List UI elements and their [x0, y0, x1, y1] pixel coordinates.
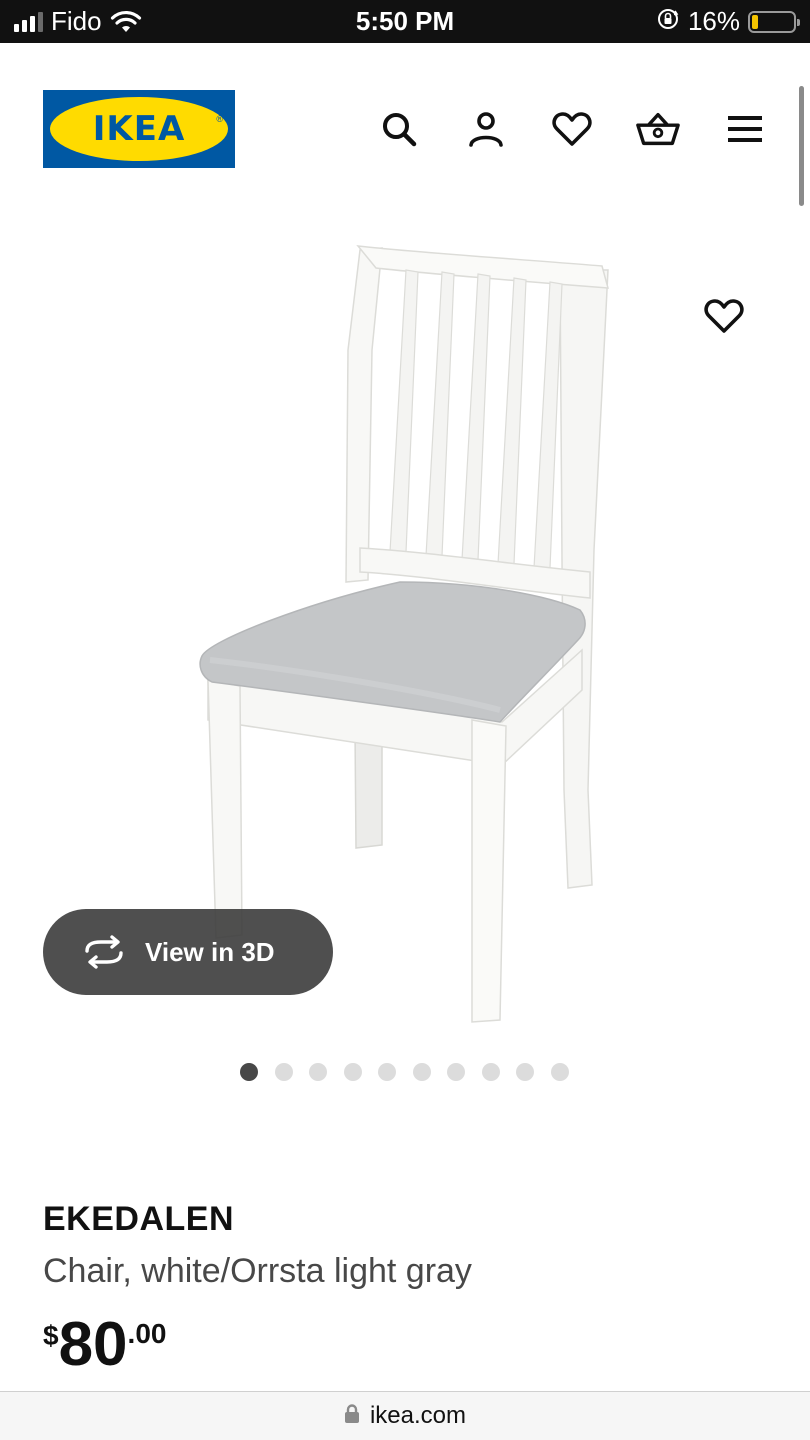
status-left: Fido: [14, 0, 142, 43]
price-integer: 80: [58, 1310, 128, 1379]
carousel-dot[interactable]: [447, 1063, 465, 1081]
signal-icon: [14, 11, 43, 32]
user-icon[interactable]: [464, 107, 508, 151]
product-name: EKEDALEN: [43, 1200, 235, 1238]
product-description: Chair, white/Orrsta light gray: [43, 1252, 472, 1290]
page-scrollbar[interactable]: [799, 86, 804, 206]
browser-url-bar[interactable]: ikea.com: [0, 1391, 810, 1440]
url-text: ikea.com: [369, 1402, 467, 1429]
heart-icon[interactable]: [550, 107, 594, 151]
carousel-dot[interactable]: [516, 1063, 534, 1081]
carrier-name: Fido: [51, 6, 102, 36]
carousel-dot[interactable]: [343, 1063, 362, 1081]
price-currency: $: [43, 1320, 59, 1351]
battery-icon: [748, 10, 800, 33]
logo-registered-mark: ®: [216, 114, 223, 124]
site-header: IKEA ®: [0, 43, 810, 203]
product-price: $ 80 .00: [43, 1312, 166, 1378]
logo-text: IKEA: [92, 109, 186, 149]
ikea-logo[interactable]: IKEA ®: [43, 90, 235, 168]
search-icon[interactable]: [377, 107, 421, 151]
carousel-dot[interactable]: [378, 1063, 396, 1081]
image-carousel-dots: [240, 1063, 569, 1081]
menu-icon[interactable]: [723, 107, 767, 151]
view-in-3d-button[interactable]: View in 3D: [43, 909, 333, 995]
battery-level: [752, 14, 758, 29]
basket-icon[interactable]: [636, 107, 680, 151]
carousel-dot[interactable]: [412, 1063, 431, 1081]
price-decimal: .00: [127, 1318, 167, 1349]
carousel-dot[interactable]: [274, 1063, 293, 1081]
status-bar: Fido 5:50 PM 16%: [0, 0, 810, 43]
carousel-dot[interactable]: [309, 1063, 327, 1081]
carousel-dot[interactable]: [550, 1063, 569, 1081]
logo-oval: IKEA: [50, 97, 228, 161]
carousel-dot[interactable]: [481, 1063, 500, 1081]
add-to-favorites-button[interactable]: [700, 292, 748, 340]
orientation-lock-icon: [656, 7, 680, 36]
status-right: 16%: [656, 0, 800, 43]
lock-icon: [344, 1403, 360, 1429]
view-in-3d-label: View in 3D: [145, 936, 275, 967]
carousel-dot[interactable]: [240, 1063, 258, 1081]
wifi-icon: [110, 10, 142, 34]
rotate-3d-icon: [81, 929, 127, 975]
heart-icon: [704, 299, 744, 333]
battery-percent: 16%: [687, 6, 740, 36]
